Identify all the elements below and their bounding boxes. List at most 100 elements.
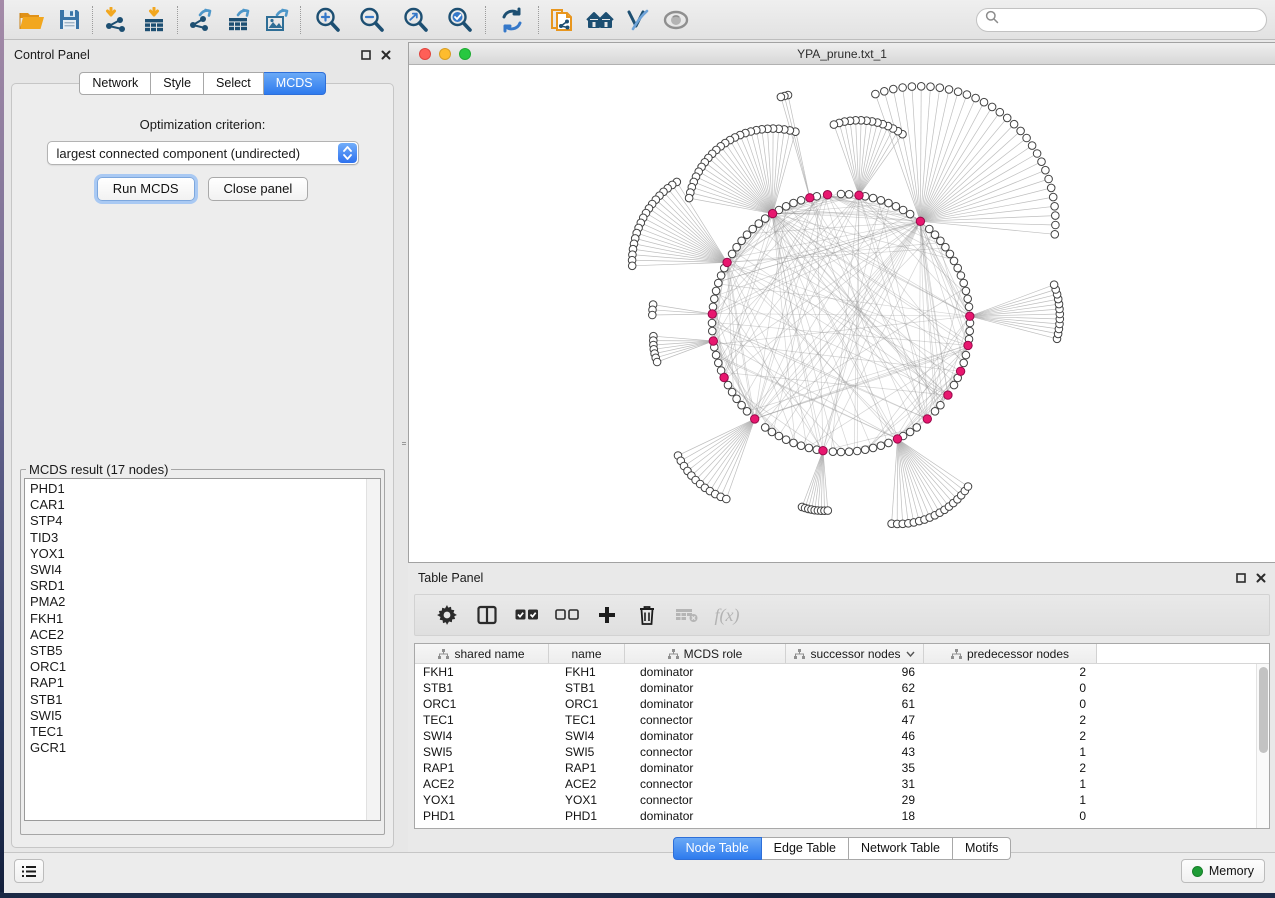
network-node[interactable] bbox=[837, 448, 845, 456]
cell[interactable]: 1 bbox=[924, 793, 1097, 807]
result-list-item[interactable]: TID3 bbox=[30, 530, 380, 546]
network-node[interactable] bbox=[712, 287, 720, 295]
network-node[interactable] bbox=[733, 243, 741, 251]
cell[interactable]: TEC1 bbox=[415, 713, 549, 727]
cell[interactable]: connector bbox=[625, 777, 786, 791]
network-node[interactable] bbox=[797, 442, 805, 450]
table-row[interactable]: TEC1TEC1connector472 bbox=[415, 712, 1269, 728]
mcds-node[interactable] bbox=[708, 310, 716, 318]
cell[interactable]: RAP1 bbox=[549, 761, 625, 775]
network-node[interactable] bbox=[853, 447, 861, 455]
network-node[interactable] bbox=[743, 408, 751, 416]
network-node[interactable] bbox=[653, 358, 661, 366]
cell[interactable]: dominator bbox=[625, 729, 786, 743]
cell[interactable]: connector bbox=[625, 793, 786, 807]
mcds-node[interactable] bbox=[823, 191, 831, 199]
task-history-button[interactable] bbox=[14, 859, 44, 883]
mcds-node[interactable] bbox=[923, 415, 931, 423]
network-canvas[interactable] bbox=[409, 65, 1275, 562]
network-node[interactable] bbox=[1003, 114, 1011, 122]
network-node[interactable] bbox=[1033, 150, 1041, 158]
cell[interactable]: 96 bbox=[786, 665, 924, 679]
network-node[interactable] bbox=[715, 279, 723, 287]
cell[interactable]: ACE2 bbox=[415, 777, 549, 791]
cell[interactable]: 43 bbox=[786, 745, 924, 759]
table-row[interactable]: ACE2ACE2connector311 bbox=[415, 776, 1269, 792]
result-list-item[interactable]: YOX1 bbox=[30, 546, 380, 562]
network-node[interactable] bbox=[761, 215, 769, 223]
export-table-icon[interactable] bbox=[220, 5, 258, 35]
import-network-icon[interactable] bbox=[97, 5, 135, 35]
mcds-node[interactable] bbox=[806, 194, 814, 202]
cell[interactable]: 46 bbox=[786, 729, 924, 743]
clone-network-icon[interactable] bbox=[543, 5, 581, 35]
criterion-dropdown[interactable]: largest connected component (undirected) bbox=[47, 141, 359, 165]
network-node[interactable] bbox=[1010, 120, 1018, 128]
result-list-item[interactable]: STB1 bbox=[30, 692, 380, 708]
network-node[interactable] bbox=[945, 86, 953, 94]
close-window-icon[interactable] bbox=[419, 48, 431, 60]
cell[interactable]: RAP1 bbox=[415, 761, 549, 775]
result-list-item[interactable]: ORC1 bbox=[30, 659, 380, 675]
mcds-node[interactable] bbox=[855, 191, 863, 199]
column-header-name[interactable]: name bbox=[549, 644, 625, 663]
cell[interactable]: 0 bbox=[924, 681, 1097, 695]
hide-selected-icon[interactable] bbox=[619, 5, 657, 35]
cell[interactable]: 1 bbox=[924, 745, 1097, 759]
mcds-node[interactable] bbox=[966, 312, 974, 320]
mcds-node[interactable] bbox=[916, 217, 924, 225]
show-graphics-details-icon[interactable] bbox=[657, 5, 695, 35]
tab-mcds[interactable]: MCDS bbox=[264, 72, 326, 95]
table-scrollbar[interactable] bbox=[1256, 664, 1269, 828]
result-list-item[interactable]: SRD1 bbox=[30, 578, 380, 594]
network-node[interactable] bbox=[869, 194, 877, 202]
result-list-item[interactable]: SWI4 bbox=[30, 562, 380, 578]
network-node[interactable] bbox=[937, 401, 945, 409]
network-node[interactable] bbox=[954, 88, 962, 96]
cell[interactable]: dominator bbox=[625, 809, 786, 823]
network-node[interactable] bbox=[877, 442, 885, 450]
result-list-item[interactable]: ACE2 bbox=[30, 627, 380, 643]
network-node[interactable] bbox=[1023, 134, 1031, 142]
cell[interactable]: 1 bbox=[924, 777, 1097, 791]
mcds-result-list[interactable]: PHD1CAR1STP4TID3YOX1SWI4SRD1PMA2FKH1ACE2… bbox=[24, 478, 381, 821]
network-node[interactable] bbox=[712, 351, 720, 359]
result-list-item[interactable]: GCR1 bbox=[30, 740, 380, 756]
gear-icon[interactable] bbox=[435, 603, 459, 627]
network-node[interactable] bbox=[885, 439, 893, 447]
network-node[interactable] bbox=[728, 388, 736, 396]
result-list-item[interactable]: SWI5 bbox=[30, 708, 380, 724]
network-node[interactable] bbox=[936, 84, 944, 92]
maximize-window-icon[interactable] bbox=[459, 48, 471, 60]
network-node[interactable] bbox=[1017, 127, 1025, 135]
column-layout-icon[interactable] bbox=[475, 603, 499, 627]
column-header-predecessor-nodes[interactable]: predecessor nodes bbox=[924, 644, 1097, 663]
refresh-layout-icon[interactable] bbox=[490, 5, 534, 35]
network-node[interactable] bbox=[829, 448, 837, 456]
network-node[interactable] bbox=[913, 424, 921, 432]
zoom-out-icon[interactable] bbox=[349, 5, 393, 35]
table-row[interactable]: RAP1RAP1dominator352 bbox=[415, 760, 1269, 776]
network-node[interactable] bbox=[931, 408, 939, 416]
cell[interactable]: ORC1 bbox=[549, 697, 625, 711]
network-node[interactable] bbox=[1050, 281, 1058, 289]
column-header-MCDS-role[interactable]: MCDS role bbox=[625, 644, 786, 663]
cell[interactable]: 29 bbox=[786, 793, 924, 807]
tab-network[interactable]: Network bbox=[79, 72, 151, 95]
zoom-fit-icon[interactable] bbox=[393, 5, 437, 35]
network-node[interactable] bbox=[988, 103, 996, 111]
cell[interactable]: 2 bbox=[924, 713, 1097, 727]
table-row[interactable]: FKH1FKH1dominator962 bbox=[415, 664, 1269, 680]
cell[interactable]: dominator bbox=[625, 761, 786, 775]
table-row[interactable]: PHD1PHD1dominator180 bbox=[415, 808, 1269, 824]
tab-network-table[interactable]: Network Table bbox=[849, 837, 953, 860]
network-node[interactable] bbox=[950, 381, 958, 389]
network-node[interactable] bbox=[782, 436, 790, 444]
cell[interactable]: SWI5 bbox=[415, 745, 549, 759]
float-panel-icon[interactable] bbox=[360, 50, 371, 61]
vertical-splitter[interactable] bbox=[401, 40, 408, 852]
mcds-node[interactable] bbox=[964, 341, 972, 349]
network-node[interactable] bbox=[782, 203, 790, 211]
search-input[interactable] bbox=[999, 13, 1258, 27]
export-image-icon[interactable] bbox=[258, 5, 296, 35]
